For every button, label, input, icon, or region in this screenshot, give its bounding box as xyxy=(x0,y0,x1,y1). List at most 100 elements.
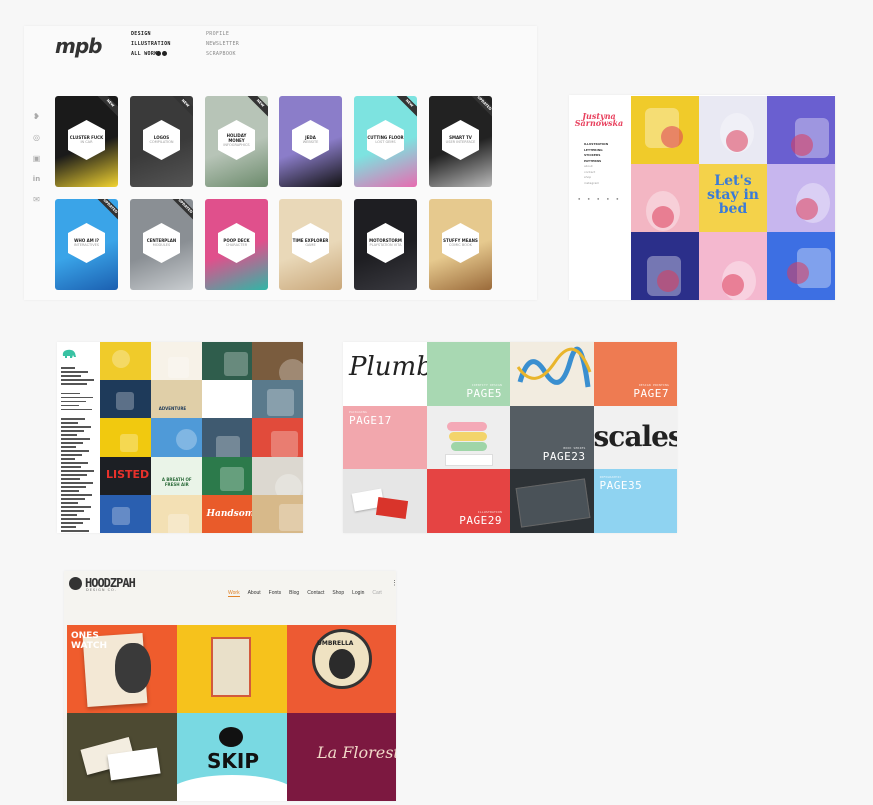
social-icons-row[interactable]: ● ● ● ● ● xyxy=(578,196,622,201)
work-tile[interactable]: CLUSTER FUCK IN CAR NEW xyxy=(55,96,118,187)
nav-design[interactable]: DESIGN xyxy=(131,31,151,37)
nav-link-cart[interactable]: Cart xyxy=(372,590,381,596)
page-tile[interactable]: ILLUSTRATION PAGE29 xyxy=(426,469,510,533)
page-series-thumbnail[interactable]: Plumbs IDENTITY DESIGN PAGE5 DESIGN PRINT… xyxy=(343,342,677,533)
nav-all-work[interactable]: ALL WORK xyxy=(131,51,157,57)
project-tile[interactable]: Handsome xyxy=(201,494,253,533)
illustration-tile[interactable] xyxy=(767,232,835,300)
project-tile[interactable] xyxy=(100,418,151,457)
nav-link-about[interactable]: About xyxy=(248,590,261,596)
nav-link-contact[interactable]: Contact xyxy=(307,590,324,596)
project-tile[interactable] xyxy=(150,418,202,457)
illustration-tile[interactable] xyxy=(699,96,767,164)
nav-newsletter[interactable]: NEWSLETTER xyxy=(206,41,239,47)
more-menu-icon[interactable]: ⋮ xyxy=(391,579,396,587)
nav-scrapbook[interactable]: SCRAPBOOK xyxy=(206,51,236,57)
project-tile[interactable] xyxy=(100,380,151,419)
illustration-tile[interactable] xyxy=(767,96,835,164)
nav-link-login[interactable]: Login xyxy=(352,590,364,596)
hoodzpah-project-tile[interactable]: UMBRELLA xyxy=(287,625,396,713)
work-tile[interactable]: STUFFY MEANS COMIC BOOK xyxy=(429,199,492,290)
illustration-tile[interactable]: Let's stay in bed xyxy=(699,164,767,232)
nav-illustration[interactable]: ILLUSTRATION xyxy=(131,41,171,47)
page-label: PACKAGING PAGE17 xyxy=(349,409,392,427)
project-tile[interactable] xyxy=(252,342,303,381)
nav-profile[interactable]: PROFILE xyxy=(206,31,229,37)
dribbble-icon[interactable]: ◎ xyxy=(32,134,41,142)
mpb-logo[interactable]: mpb xyxy=(55,34,102,58)
hoodzpah-project-tile[interactable] xyxy=(67,713,177,801)
work-tile[interactable]: WHO AM I? INTERACTIVES UPDATED xyxy=(55,199,118,290)
mail-icon[interactable]: ✉ xyxy=(32,196,41,204)
print-tile[interactable] xyxy=(510,469,594,533)
illustration-tile[interactable] xyxy=(631,164,699,232)
nav-link-shop[interactable]: Shop xyxy=(332,590,344,596)
project-tile[interactable] xyxy=(252,456,303,495)
hoodzpah-portfolio-thumbnail[interactable]: HOODZPAH DESIGN CO. Work About Fonts Blog Co… xyxy=(64,571,396,801)
illustrator-logo[interactable]: Justyna Sarnowska xyxy=(574,112,624,127)
toggle-dot-icon[interactable] xyxy=(156,51,161,56)
project-tile[interactable]: LISTED xyxy=(100,456,151,495)
nav-link-fonts[interactable]: Fonts xyxy=(269,590,282,596)
work-tile[interactable]: MOTORSTORM PLAYSTATION VITA xyxy=(354,199,417,290)
work-tile[interactable]: LOGOS COMPILATION NEW xyxy=(130,96,193,187)
project-tile[interactable]: A BREATH OF FRESH AIR xyxy=(150,456,202,495)
nav-link-work[interactable]: Work xyxy=(228,590,240,597)
lettering-text: Let's stay in bed xyxy=(707,174,759,216)
toggle-dot-icon[interactable] xyxy=(162,51,167,56)
work-tile[interactable]: JEDA WEBSITE xyxy=(279,96,342,187)
project-tile[interactable] xyxy=(252,418,303,457)
hoodzpah-project-tile[interactable] xyxy=(177,625,287,713)
work-tile[interactable]: TIME EXPLORER GAME xyxy=(279,199,342,290)
business-card-tile[interactable] xyxy=(343,469,427,533)
elephant-logo-icon[interactable] xyxy=(61,347,77,359)
project-tile[interactable] xyxy=(201,456,253,495)
mpb-portfolio-thumbnail[interactable]: mpb DESIGN ILLUSTRATION ALL WORK PROFILE… xyxy=(24,26,537,300)
project-tile[interactable]: ADVENTURE xyxy=(150,380,202,419)
work-tile[interactable]: CUTTING FLOOR LOST GEMS NEW xyxy=(354,96,417,187)
project-tile[interactable] xyxy=(150,494,202,533)
hoodzpah-project-tile[interactable]: ONES WATCH xyxy=(67,625,177,713)
illustration-figure xyxy=(791,134,813,156)
linkedin-icon[interactable]: in xyxy=(32,175,41,183)
macaron-tile[interactable] xyxy=(426,405,510,470)
signature-tile[interactable]: Plumbs xyxy=(343,342,446,406)
page-tile[interactable]: PACKAGING PAGE17 xyxy=(343,405,427,470)
twitter-icon[interactable]: ❥ xyxy=(32,113,41,121)
project-tile[interactable] xyxy=(252,494,303,533)
lettering-tile[interactable] xyxy=(510,342,594,406)
illustration-tile[interactable] xyxy=(767,164,835,232)
nav-link-blog[interactable]: Blog xyxy=(289,590,299,596)
work-tile[interactable]: CENTERPLAN MODULES UPDATED xyxy=(130,199,193,290)
work-tile[interactable]: HOLIDAY MONEY INFOGRAPHICS NEW xyxy=(205,96,268,187)
sidebar-text-line xyxy=(61,383,87,385)
sidebar-text-line xyxy=(61,379,94,381)
hoodzpah-project-tile[interactable]: SKIP xyxy=(177,713,287,801)
hoodzpah-project-tile[interactable]: La Floresta xyxy=(287,713,396,801)
project-tile[interactable] xyxy=(252,380,303,419)
sidebar-text-line xyxy=(61,438,90,440)
studio-portfolio-thumbnail[interactable]: ADVENTURE LISTED A BREATH OF FRESH AIR Hand… xyxy=(57,342,303,533)
illustration-tile[interactable] xyxy=(631,96,699,164)
illustrator-menu-item[interactable]: instagram xyxy=(584,181,624,187)
project-tile-shape xyxy=(116,392,134,411)
project-tile[interactable] xyxy=(201,418,253,457)
project-tile[interactable] xyxy=(150,342,202,381)
instagram-icon[interactable]: ▣ xyxy=(32,155,41,163)
page-tile[interactable]: DESIGN PRINTING PAGE7 xyxy=(593,342,677,406)
hoodzpah-emblem-icon[interactable] xyxy=(69,577,82,590)
project-tile[interactable] xyxy=(201,342,253,381)
project-tile-shape xyxy=(112,506,130,525)
project-tile[interactable] xyxy=(100,494,151,533)
page-tile[interactable]: INFOGRAPHIC PAGE35 xyxy=(593,469,677,533)
project-tile[interactable] xyxy=(100,342,151,381)
work-tile[interactable]: POOP DECK CHARACTER xyxy=(205,199,268,290)
page-tile[interactable]: IDENTITY DESIGN PAGE5 xyxy=(426,342,510,406)
work-tile[interactable]: SMART TV USER INTERFACE UPDATED xyxy=(429,96,492,187)
project-tile[interactable] xyxy=(201,380,253,419)
illustrator-portfolio-thumbnail[interactable]: Justyna Sarnowska ILLUSTRATION LETTERING S… xyxy=(569,95,835,300)
scales-tile[interactable]: scales xyxy=(593,405,677,470)
illustration-tile[interactable] xyxy=(699,232,767,300)
illustration-tile[interactable] xyxy=(631,232,699,300)
page-tile[interactable]: BOOK SERIES PAGE23 xyxy=(510,405,594,470)
